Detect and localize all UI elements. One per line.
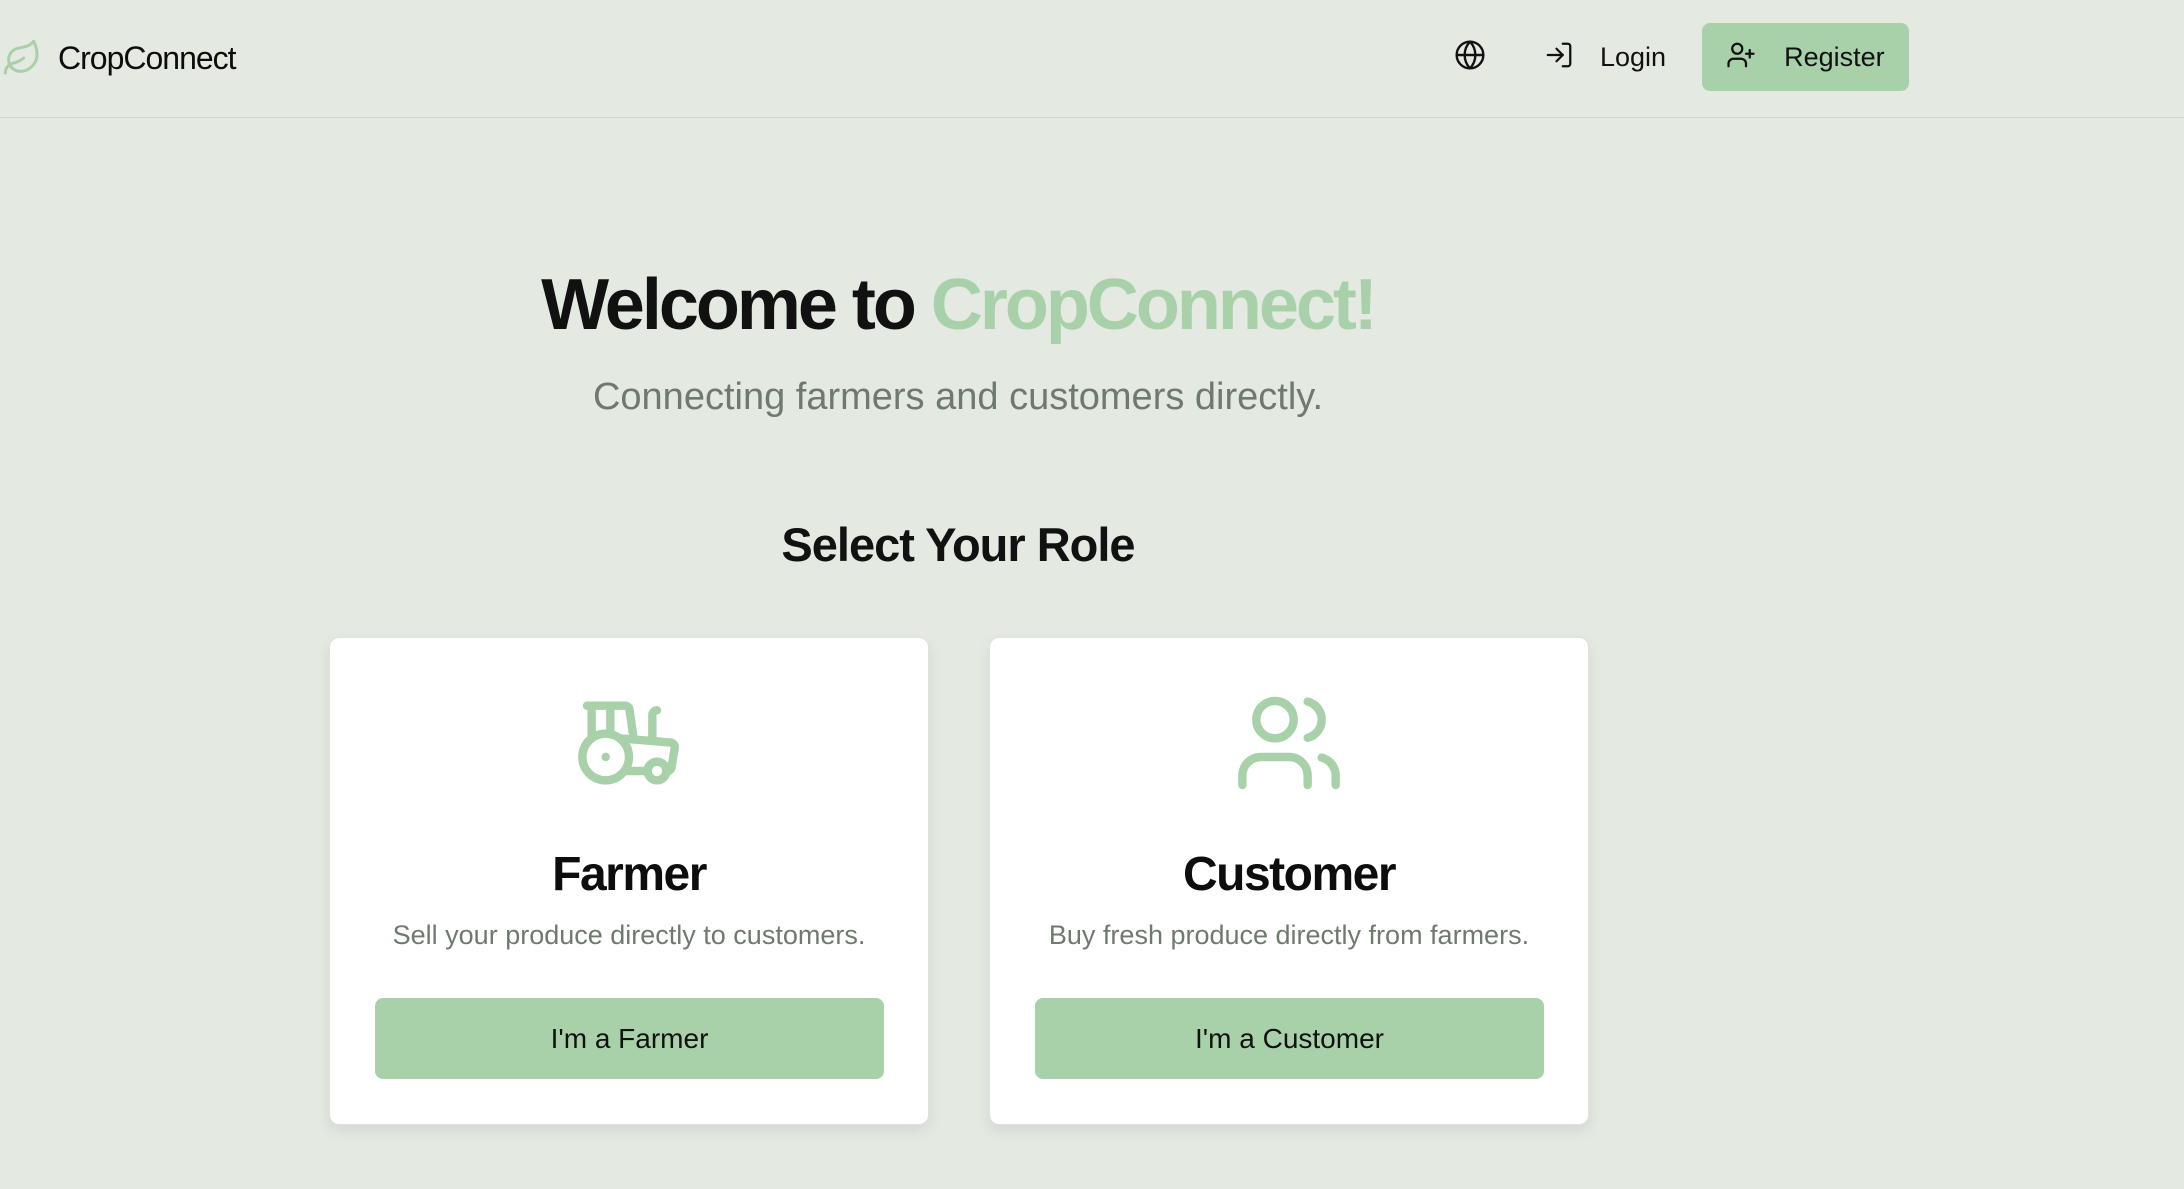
farmer-role-card: Farmer Sell your produce directly to cus… bbox=[329, 637, 929, 1125]
header-actions: Login Register bbox=[1440, 23, 1910, 91]
customer-card-description: Buy fresh produce directly from farmers. bbox=[1048, 920, 1530, 950]
users-icon bbox=[990, 688, 1588, 798]
tractor-icon bbox=[330, 688, 928, 798]
globe-icon bbox=[1454, 39, 1486, 76]
login-label: Login bbox=[1600, 41, 1667, 72]
brand-name: CropConnect bbox=[58, 39, 237, 76]
farmer-card-title: Farmer bbox=[552, 848, 707, 901]
register-button[interactable]: Register bbox=[1702, 23, 1910, 91]
page-subtitle: Connecting farmers and customers directl… bbox=[592, 376, 1324, 418]
leaf-icon bbox=[0, 36, 44, 80]
top-navbar: CropConnect Login Register bbox=[0, 0, 2184, 118]
role-section-heading: Select Your Role bbox=[781, 518, 1135, 571]
language-selector-button[interactable] bbox=[1440, 27, 1500, 87]
page-title: Welcome to CropConnect! bbox=[0, 262, 1916, 348]
customer-role-card: Customer Buy fresh produce directly from… bbox=[989, 637, 1589, 1125]
brand-logo-link[interactable]: CropConnect bbox=[0, 36, 237, 80]
log-in-icon bbox=[1544, 40, 1574, 75]
select-farmer-button[interactable]: I'm a Farmer bbox=[375, 998, 884, 1079]
title-prefix: Welcome to bbox=[541, 265, 931, 345]
login-button[interactable]: Login bbox=[1544, 27, 1666, 87]
register-label: Register bbox=[1784, 41, 1885, 72]
select-customer-button[interactable]: I'm a Customer bbox=[1035, 998, 1544, 1079]
customer-card-title: Customer bbox=[1182, 848, 1397, 901]
title-accent: CropConnect! bbox=[930, 265, 1378, 345]
farmer-card-description: Sell your produce directly to customers. bbox=[392, 920, 866, 950]
user-plus-icon bbox=[1726, 40, 1756, 75]
